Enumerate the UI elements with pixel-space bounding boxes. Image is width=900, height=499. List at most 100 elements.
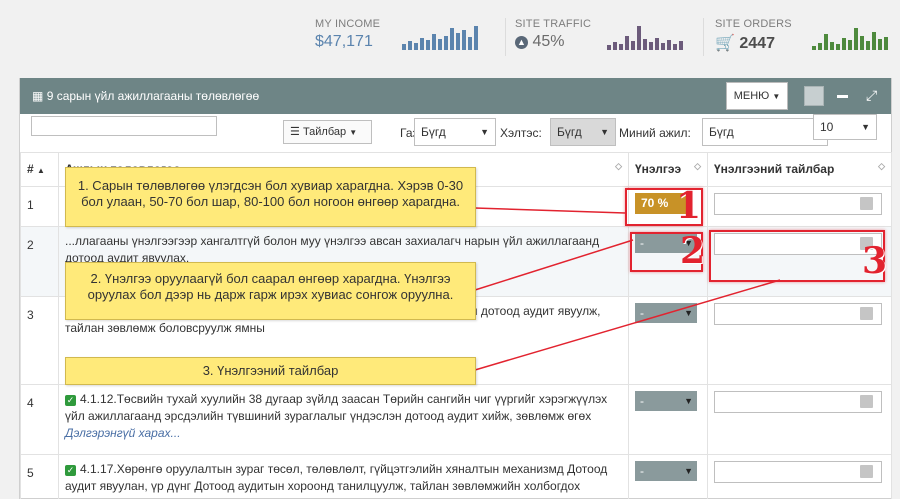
row-task-text: 4.1.12.Төсвийн тухай хуулийн 38 дугаар з…	[65, 392, 608, 423]
kheltes-label: Хэлтэс:	[500, 126, 542, 140]
sort-icon: ◇	[694, 161, 701, 171]
sort-asc-icon: ▲	[37, 166, 45, 175]
highlight-box-3	[709, 230, 885, 282]
traffic-value-row: ▲ 45%	[515, 33, 591, 51]
row-task: ✓ 4.1.12.Төсвийн тухай хуулийн 38 дугаар …	[58, 384, 629, 455]
row-num: 5	[20, 454, 59, 499]
minimize-icon[interactable]	[837, 95, 848, 98]
stats-header: MY INCOME $47,171 SITE TRAFFIC ▲ 45% SIT…	[0, 0, 900, 70]
row-num: 4	[20, 384, 59, 455]
menu-button[interactable]: МЕНЮ ▼	[726, 82, 788, 110]
score-value: -	[640, 464, 644, 478]
widget-header: ▦ 9 сарын үйл ажиллагааны төлөвлөгөө МЕН…	[20, 78, 891, 114]
annotation-number-3: 3	[862, 240, 888, 282]
minii-label: Миний ажил:	[619, 126, 691, 140]
cart-icon: 🛒	[715, 35, 735, 52]
annotation-note-1: 1. Сарын төлөвлөгөө үлэгдсэн бол хувиар …	[65, 167, 476, 227]
save-icon[interactable]	[860, 197, 873, 210]
calendar-icon: ▦	[32, 89, 44, 103]
annotation-note-2: 2. Үнэлгээ оруулаагүй бол саарал өнгөөр …	[65, 262, 476, 320]
annotation-note-3: 3. Үнэлгээний тайлбар	[65, 357, 476, 385]
score-select[interactable]: - ▼	[635, 391, 697, 411]
gazar-value: Бүгд	[421, 125, 446, 139]
row-comment-cell	[707, 296, 892, 385]
stat-divider	[703, 18, 704, 56]
check-icon: ✓	[65, 465, 76, 476]
comment-input[interactable]	[714, 461, 882, 483]
col-comment-label: Үнэлгээний тайлбар	[714, 162, 835, 176]
expand-icon[interactable]: ⤢	[866, 87, 877, 104]
col-num[interactable]: # ▲	[20, 152, 59, 187]
row-score-cell: - ▼	[628, 296, 708, 385]
income-stat: MY INCOME $47,171	[315, 18, 380, 51]
caret-down-icon: ▼	[600, 127, 609, 137]
page-size-value: 10	[820, 120, 834, 134]
row-task-text: 4.1.17.Хөрөнгө оруулалтын зураг төсөл, т…	[65, 462, 608, 493]
color-toggle-button[interactable]	[804, 86, 824, 106]
save-icon[interactable]	[860, 307, 873, 320]
income-label: MY INCOME	[315, 18, 381, 30]
caret-down-icon: ▼	[772, 92, 781, 101]
tailbar-button[interactable]: ☰ Тайлбар ▼	[283, 120, 372, 144]
caret-down-icon: ▼	[480, 127, 489, 137]
table-row: 4 ✓ 4.1.12.Төсвийн тухай хуулийн 38 дугаа…	[20, 384, 892, 455]
check-icon: ✓	[65, 395, 76, 406]
menu-label: МЕНЮ	[733, 90, 770, 102]
arrow-up-circle-icon: ▲	[515, 36, 528, 49]
list-icon: ☰	[290, 126, 300, 138]
more-link[interactable]: Дэлгэрэнгүй харах...	[65, 426, 181, 440]
sort-icon: ◇	[878, 161, 885, 171]
income-value: $47,171	[315, 33, 373, 50]
kheltes-select[interactable]: Бүгд ▼	[550, 118, 616, 146]
orders-stat: SITE ORDERS 🛒 2447	[715, 18, 792, 53]
col-score[interactable]: Үнэлгээ ◇	[628, 152, 708, 187]
caret-down-icon: ▼	[349, 128, 358, 137]
save-icon[interactable]	[860, 395, 873, 408]
caret-down-icon: ▼	[861, 122, 870, 132]
annotation-number-2: 2	[680, 230, 706, 272]
save-icon[interactable]	[860, 465, 873, 478]
caret-down-icon: ▼	[684, 466, 693, 476]
widget-title-row: ▦ 9 сарын үйл ажиллагааны төлөвлөгөө	[32, 89, 259, 103]
table-row: 5 ✓ 4.1.17.Хөрөнгө оруулалтын зураг төсөл…	[20, 454, 892, 499]
income-sparkline	[402, 18, 478, 50]
gazar-select[interactable]: Бүгд ▼	[414, 118, 496, 146]
col-num-label: #	[27, 162, 34, 176]
sort-icon: ◇	[615, 161, 622, 171]
orders-sparkline	[812, 18, 888, 50]
row-comment-cell	[707, 454, 892, 499]
page-size-select[interactable]: 10 ▼	[813, 114, 877, 140]
search-input[interactable]	[31, 116, 217, 136]
kheltes-value: Бүгд	[557, 125, 582, 139]
row-score-cell: - ▼	[628, 454, 708, 499]
annotation-number-1: 1	[676, 185, 702, 227]
comment-input[interactable]	[714, 391, 882, 413]
traffic-value: 45%	[532, 33, 565, 50]
col-comment[interactable]: Үнэлгээний тайлбар ◇	[707, 152, 892, 187]
comment-input[interactable]	[714, 303, 882, 325]
traffic-stat: SITE TRAFFIC ▲ 45%	[515, 18, 591, 51]
filter-bar: ☰ Тайлбар ▼ Газар: Бүгд▼ Хэлтэс: Бүгд▼ М…	[20, 114, 891, 152]
row-num: 2	[20, 226, 59, 297]
row-task: ✓ 4.1.17.Хөрөнгө оруулалтын зураг төсөл, …	[58, 454, 629, 499]
minii-value: Бүгд	[709, 125, 734, 139]
stat-divider	[505, 18, 506, 56]
widget-title: 9 сарын үйл ажиллагааны төлөвлөгөө	[46, 89, 260, 103]
orders-label: SITE ORDERS	[715, 18, 792, 30]
caret-down-icon: ▼	[684, 308, 693, 318]
comment-input[interactable]	[714, 193, 882, 215]
caret-down-icon: ▼	[684, 396, 693, 406]
row-comment-cell	[707, 384, 892, 455]
score-select[interactable]: - ▼	[635, 461, 697, 481]
tailbar-label: Тайлбар	[302, 126, 347, 138]
score-select[interactable]: - ▼	[635, 303, 697, 323]
row-num: 3	[20, 296, 59, 385]
traffic-sparkline	[607, 18, 683, 50]
row-comment-cell	[707, 186, 892, 227]
row-num: 1	[20, 186, 59, 227]
row-score-cell: - ▼	[628, 384, 708, 455]
traffic-label: SITE TRAFFIC	[515, 18, 592, 30]
orders-value-row: 🛒 2447	[715, 33, 792, 53]
score-value: -	[640, 394, 644, 408]
minii-select[interactable]: Бүгд▼	[702, 118, 828, 146]
